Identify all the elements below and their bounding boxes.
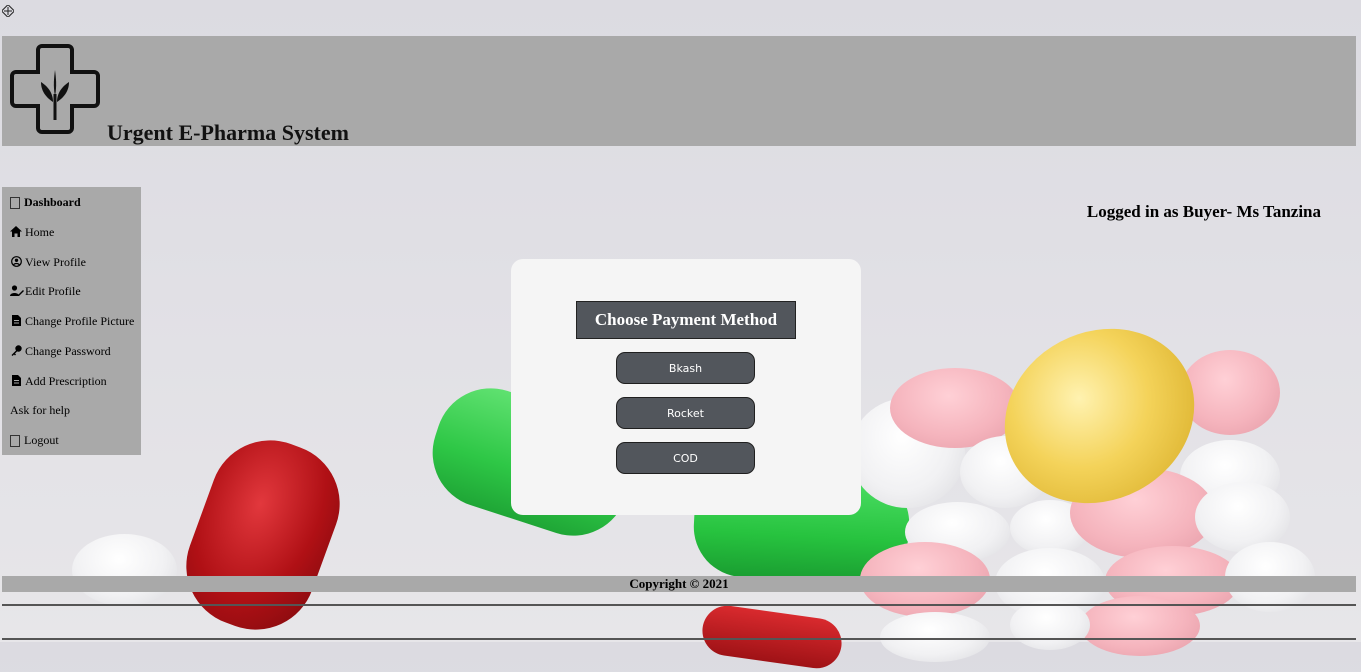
sidebar-item-add-prescription[interactable]: Add Prescription bbox=[10, 374, 107, 389]
red-capsule-shape bbox=[699, 602, 845, 672]
sidebar-item-label: Home bbox=[25, 225, 55, 239]
logged-in-status: Logged in as Buyer- Ms Tanzina bbox=[1086, 202, 1321, 221]
site-title: Urgent E-Pharma System bbox=[107, 120, 349, 145]
user-circle-icon bbox=[10, 255, 22, 270]
sidebar-item-label: Change Profile Picture bbox=[25, 314, 135, 328]
payment-method-modal: Choose Payment Method Bkash Rocket COD bbox=[511, 259, 861, 515]
white-pill-shape bbox=[880, 612, 990, 662]
broken-image-icon bbox=[0, 3, 16, 21]
key-icon bbox=[10, 344, 22, 359]
site-header: Urgent E-Pharma System bbox=[2, 36, 1356, 146]
dashboard-box-icon bbox=[10, 196, 20, 209]
sidebar-item-change-profile-picture[interactable]: Change Profile Picture bbox=[10, 314, 134, 329]
footer-divider bbox=[2, 604, 1356, 606]
home-icon bbox=[10, 225, 22, 240]
footer-copyright: Copyright © 2021 bbox=[2, 576, 1356, 592]
payment-method-title: Choose Payment Method bbox=[576, 301, 796, 339]
sidebar-item-logout[interactable]: Logout bbox=[10, 433, 59, 448]
file-icon bbox=[10, 374, 22, 389]
footer-divider bbox=[2, 638, 1356, 640]
sidebar-item-view-profile[interactable]: View Profile bbox=[10, 255, 86, 270]
sidebar-item-change-password[interactable]: Change Password bbox=[10, 344, 111, 359]
pharmacy-cross-leaf-icon bbox=[6, 40, 104, 138]
sidebar-item-ask-for-help[interactable]: Ask for help bbox=[10, 403, 70, 418]
sidebar-item-label: Change Password bbox=[25, 344, 111, 358]
sidebar-item-edit-profile[interactable]: Edit Profile bbox=[10, 284, 81, 299]
sidebar-item-label: Edit Profile bbox=[25, 284, 81, 298]
red-capsule-shape bbox=[169, 423, 357, 647]
sidebar-item-label: View Profile bbox=[25, 255, 86, 269]
sidebar-item-label: Dashboard bbox=[24, 195, 81, 209]
user-edit-icon bbox=[10, 284, 24, 299]
sidebar-item-dashboard[interactable]: Dashboard bbox=[10, 195, 81, 210]
file-icon bbox=[10, 314, 22, 329]
bkash-payment-button[interactable]: Bkash bbox=[616, 352, 755, 384]
cod-payment-button[interactable]: COD bbox=[616, 442, 755, 474]
sidebar-item-label: Logout bbox=[24, 433, 59, 447]
rocket-payment-button[interactable]: Rocket bbox=[616, 397, 755, 429]
sidebar: Dashboard Home View Profile Edit Profile… bbox=[2, 187, 141, 455]
sidebar-item-label: Ask for help bbox=[10, 403, 70, 417]
sidebar-item-home[interactable]: Home bbox=[10, 225, 54, 240]
sidebar-item-label: Add Prescription bbox=[25, 374, 107, 388]
logout-box-icon bbox=[10, 434, 20, 447]
pink-pill-shape bbox=[1180, 350, 1280, 435]
white-pill-shape bbox=[72, 534, 177, 606]
white-pill-shape bbox=[1010, 600, 1090, 650]
